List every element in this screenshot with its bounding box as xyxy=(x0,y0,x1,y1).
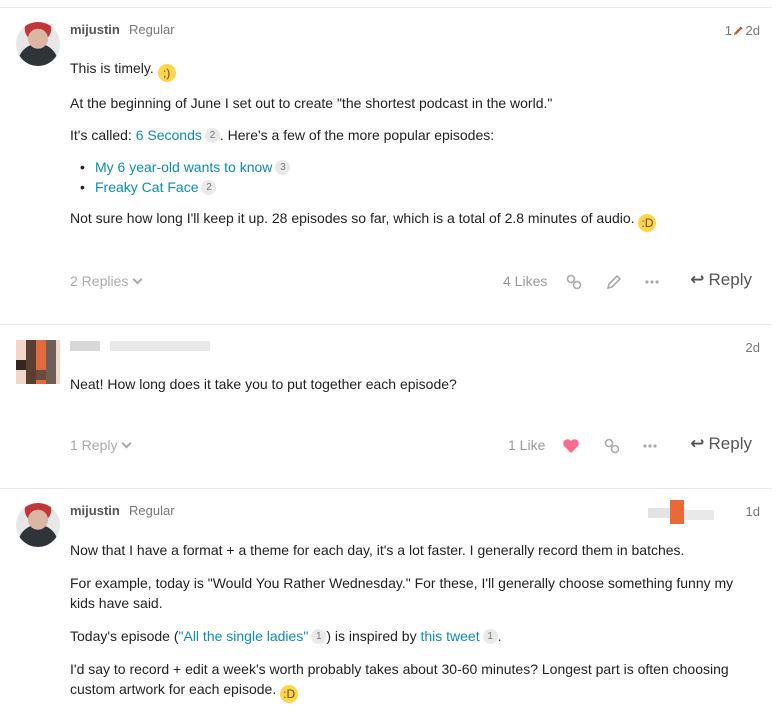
post-body: Neat! How long does it take you to put t… xyxy=(70,374,730,398)
episode-link[interactable]: Freaky Cat Face xyxy=(95,179,198,195)
ellipsis-icon[interactable] xyxy=(640,436,660,456)
replies-toggle[interactable]: 2 Replies xyxy=(70,273,143,289)
user-title-redacted xyxy=(110,341,210,351)
user-title: Regular xyxy=(129,503,175,518)
reply-icon: ↩ xyxy=(690,270,705,289)
post-2: 2d Neat! How long does it take you to pu… xyxy=(0,324,782,488)
tweet-link[interactable]: this tweet xyxy=(420,628,479,644)
episode-link[interactable]: "All the single ladies" xyxy=(179,628,309,644)
username[interactable]: mijustin xyxy=(70,503,120,518)
post-date[interactable]: 1d xyxy=(746,504,760,519)
paragraph: Not sure how long I'll keep it up. 28 ep… xyxy=(70,208,657,232)
post-body: Now that I have a format + a theme for e… xyxy=(70,540,734,703)
chevron-down-icon xyxy=(122,438,132,449)
username-redacted xyxy=(70,341,100,351)
paragraph: For example, today is "Would You Rather … xyxy=(70,575,734,591)
reply-to-avatar-redacted xyxy=(684,510,714,520)
list-item: Freaky Cat Face2 xyxy=(80,177,290,197)
paragraph: At the beginning of June I set out to cr… xyxy=(70,95,553,111)
avatar[interactable] xyxy=(16,503,60,547)
reply-to-avatar-redacted xyxy=(648,508,670,518)
avatar[interactable] xyxy=(16,340,60,384)
paragraph: This is timely. ;) xyxy=(70,58,176,82)
paragraph: Neat! How long does it take you to put t… xyxy=(70,376,457,392)
link-icon[interactable] xyxy=(564,272,584,292)
click-count-badge: 2 xyxy=(201,180,217,195)
reply-icon: ↩ xyxy=(690,434,705,453)
episode-list: My 6 year-old wants to know3 Freaky Cat … xyxy=(80,157,291,197)
episode-link[interactable]: My 6 year-old wants to know xyxy=(95,159,272,175)
pencil-icon[interactable] xyxy=(604,272,624,292)
post-body: This is timely. ;) At the beginning of J… xyxy=(70,58,730,238)
post-3: mijustin Regular 1d Now that I have a fo… xyxy=(0,488,782,714)
paragraph: custom artwork for each episode. :D xyxy=(70,679,299,703)
paragraph: Today's episode ("All the single ladies"… xyxy=(70,628,502,644)
avatar[interactable] xyxy=(16,22,60,66)
click-count-badge: 2 xyxy=(204,128,220,143)
reply-to-avatar-redacted xyxy=(670,500,684,524)
paragraph: I'd say to record + edit a week's worth … xyxy=(70,661,729,677)
list-item: My 6 year-old wants to know3 xyxy=(80,157,291,177)
paragraph: kids have said. xyxy=(70,595,163,611)
paragraph: It's called: 6 Seconds 2. Here's a few of… xyxy=(70,127,495,143)
likes-count[interactable]: 1 Like xyxy=(508,437,545,453)
likes-count[interactable]: 4 Likes xyxy=(503,273,547,289)
click-count-badge: 3 xyxy=(275,160,291,175)
reply-button[interactable]: ↩ Reply xyxy=(690,434,752,454)
post-1: mijustin Regular 1 2d This is timely. ;)… xyxy=(0,0,782,324)
grinning-face-emoji: :D xyxy=(280,685,299,703)
edit-count[interactable]: 1 xyxy=(725,23,732,38)
pencil-icon[interactable] xyxy=(733,25,744,36)
click-count-badge: 1 xyxy=(482,629,498,644)
link-icon[interactable] xyxy=(602,436,622,456)
laughing-tears-emoji: :D xyxy=(638,214,657,232)
chevron-down-icon xyxy=(132,274,143,285)
post-date[interactable]: 2d xyxy=(746,23,760,38)
six-seconds-link[interactable]: 6 Seconds xyxy=(136,127,202,143)
username[interactable]: mijustin xyxy=(70,22,120,37)
heart-icon[interactable] xyxy=(561,436,581,456)
click-count-badge: 1 xyxy=(311,629,327,644)
post-controls: 2 Replies 4 Likes ↩ Reply xyxy=(70,270,752,294)
user-title: Regular xyxy=(129,22,175,37)
ellipsis-icon[interactable] xyxy=(642,272,662,292)
post-controls: 1 Reply 1 Like ↩ Reply xyxy=(70,434,752,458)
post-date[interactable]: 2d xyxy=(746,340,760,355)
winking-face-emoji: ;) xyxy=(157,64,176,82)
replies-toggle[interactable]: 1 Reply xyxy=(70,437,132,453)
reply-button[interactable]: ↩ Reply xyxy=(690,270,752,290)
paragraph: Now that I have a format + a theme for e… xyxy=(70,542,685,558)
